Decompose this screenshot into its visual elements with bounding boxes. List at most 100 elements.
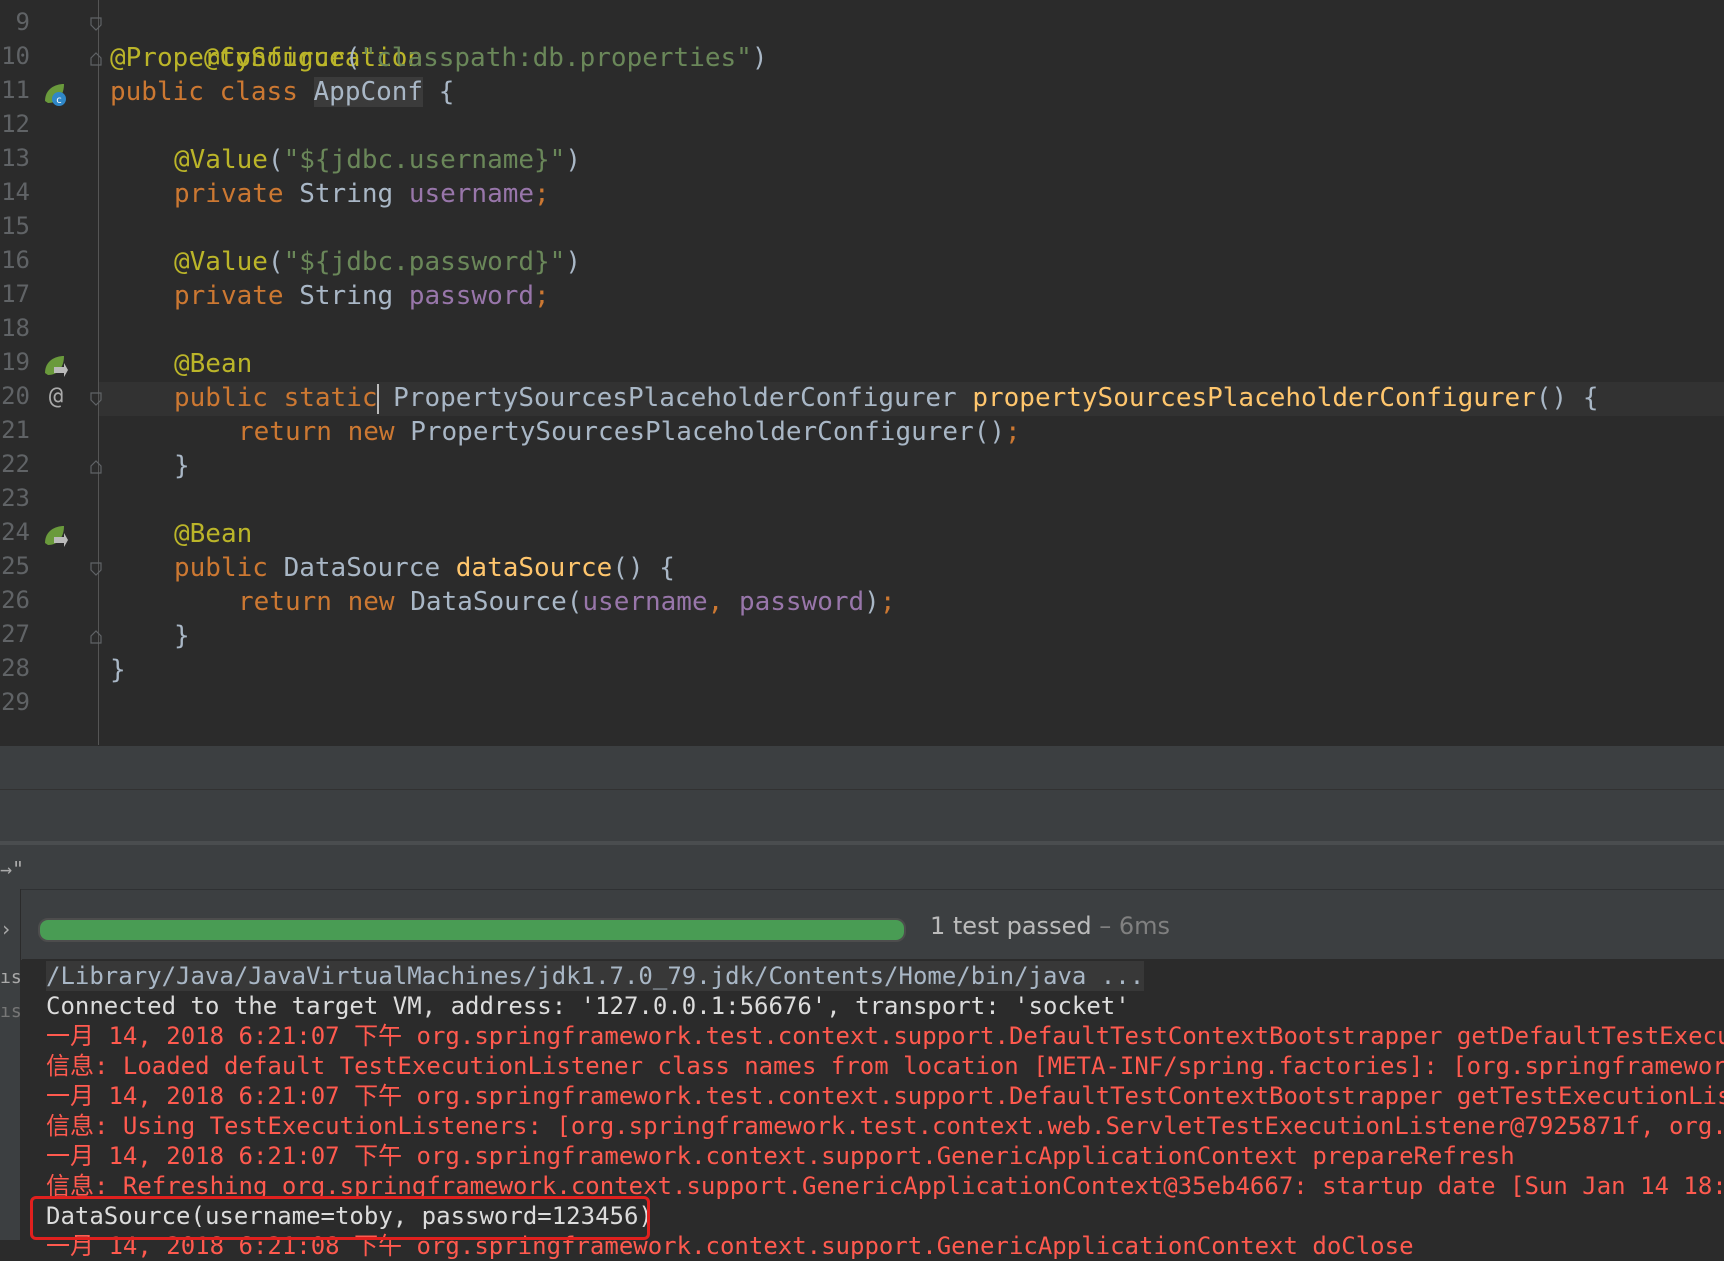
code-line-17: private String password; <box>174 279 550 313</box>
line-number: 20 <box>1 382 30 410</box>
brace: } <box>174 451 190 481</box>
code-line-14: private String username; <box>174 177 550 211</box>
code-line-28: } <box>110 653 126 687</box>
keyword: class <box>219 77 298 107</box>
paren: ) <box>864 587 880 617</box>
punctuation: () { <box>612 553 675 583</box>
line-number: 23 <box>1 484 30 512</box>
punctuation: () { <box>1535 383 1599 413</box>
spring-bean-icon[interactable] <box>42 523 68 549</box>
code-line-25: public DataSource dataSource() { <box>174 551 675 585</box>
annotation: @PropertySource <box>110 43 345 73</box>
test-progress-bar <box>38 918 906 942</box>
code-editor[interactable]: 9 10 11 12 13 14 15 16 17 18 19 20 21 22… <box>0 0 1724 745</box>
keyword: public <box>174 383 268 413</box>
line-number: 19 <box>1 348 30 376</box>
keyword: new <box>331 417 395 447</box>
string-literal: "classpath:db.properties" <box>360 43 752 73</box>
code-line-27: } <box>174 619 190 653</box>
field-name: username <box>408 179 535 209</box>
semicolon: ; <box>1005 417 1021 447</box>
type-name: DataSource( <box>394 587 583 617</box>
tests-tab-icon[interactable]: ıs <box>0 967 22 988</box>
code-line-20: public static PropertySourcesPlaceholder… <box>174 381 1598 415</box>
console-line: 一月 14, 2018 6:21:07 下午 org.springframewo… <box>46 1142 1515 1170</box>
annotation: @Value <box>174 247 268 277</box>
method-name: propertySourcesPlaceholderConfigurer <box>972 383 1536 413</box>
keyword: return <box>238 417 332 447</box>
code-line-13: @Value("${jdbc.username}") <box>174 143 581 177</box>
highlight-box <box>30 1196 650 1240</box>
line-number: 13 <box>1 144 30 172</box>
annotation: @Bean <box>174 519 253 549</box>
spring-config-class-icon[interactable]: c <box>42 81 68 107</box>
paren: ) <box>565 145 581 175</box>
paren: ( <box>267 247 284 277</box>
test-status-time: – 6ms <box>1091 912 1170 940</box>
fold-icon[interactable] <box>90 52 102 66</box>
fold-icon[interactable] <box>90 17 102 31</box>
paren: ( <box>267 145 284 175</box>
code-line-26: return new DataSource(username, password… <box>238 585 895 619</box>
code-line-24: @Bean <box>174 517 252 551</box>
override-marker-icon[interactable]: @ <box>44 382 68 410</box>
string-literal: "${jdbc.username}" <box>283 145 566 175</box>
line-number: 17 <box>1 280 30 308</box>
fold-icon[interactable] <box>90 630 102 644</box>
keyword: public <box>174 553 268 583</box>
console-line[interactable]: /Library/Java/JavaVirtualMachines/jdk1.7… <box>46 961 1145 991</box>
line-number: 22 <box>1 450 30 478</box>
line-number: 18 <box>1 314 30 342</box>
tests-tab-icon[interactable]: ıs <box>0 1001 22 1022</box>
restore-layout-icon[interactable]: →" <box>0 857 24 881</box>
progress-fill <box>40 920 904 940</box>
brace: } <box>174 621 190 651</box>
run-toolbar: →" <box>0 841 1724 893</box>
paren: ( <box>344 43 361 73</box>
brace: } <box>110 655 126 685</box>
keyword: private <box>174 281 284 311</box>
code-line-10: @PropertySource("classpath:db.properties… <box>110 41 767 75</box>
code-line-11: public class AppConf { <box>110 75 454 109</box>
line-number: 25 <box>1 552 30 580</box>
fold-icon[interactable] <box>90 392 102 406</box>
comma: , <box>707 587 739 617</box>
semicolon: ; <box>534 281 550 311</box>
code-line-22: } <box>174 449 190 483</box>
type-name: String <box>283 179 409 209</box>
console-line: 一月 14, 2018 6:21:07 下午 org.springframewo… <box>46 1022 1724 1050</box>
panel-splitter[interactable] <box>0 789 1724 842</box>
line-number: 28 <box>1 654 30 682</box>
line-number: 24 <box>1 518 30 546</box>
field-name: password <box>408 281 535 311</box>
punctuation: { <box>423 77 455 107</box>
method-name: dataSource <box>455 553 613 583</box>
line-number: 26 <box>1 586 30 614</box>
console-line: Connected to the target VM, address: '12… <box>46 992 1130 1020</box>
field-name: username <box>582 587 708 617</box>
code-line-9: @Configuration <box>110 7 423 73</box>
test-status-label: 1 test passed <box>930 912 1092 940</box>
class-name: AppConf <box>313 77 424 107</box>
console-line: 一月 14, 2018 6:21:07 下午 org.springframewo… <box>46 1082 1724 1110</box>
spring-bean-icon[interactable] <box>42 353 68 379</box>
semicolon: ; <box>879 587 896 617</box>
keyword: static <box>267 383 378 413</box>
line-number: 15 <box>1 212 30 240</box>
expand-icon[interactable]: › <box>0 917 12 941</box>
fold-icon[interactable] <box>90 562 102 576</box>
type-name: PropertySourcesPlaceholderConfigurer <box>377 383 973 413</box>
keyword: return <box>238 587 332 617</box>
line-number: 29 <box>1 688 30 716</box>
paren: ) <box>565 247 581 277</box>
type-name: PropertySourcesPlaceholderConfigurer() <box>394 417 1006 447</box>
field-name: password <box>738 587 865 617</box>
line-number: 11 <box>1 76 30 104</box>
type-name: DataSource <box>267 553 456 583</box>
code-line-16: @Value("${jdbc.password}") <box>174 245 581 279</box>
type-name: String <box>283 281 409 311</box>
line-number: 21 <box>1 416 30 444</box>
line-number: 12 <box>1 110 30 138</box>
keyword: public <box>110 77 204 107</box>
fold-icon[interactable] <box>90 460 102 474</box>
